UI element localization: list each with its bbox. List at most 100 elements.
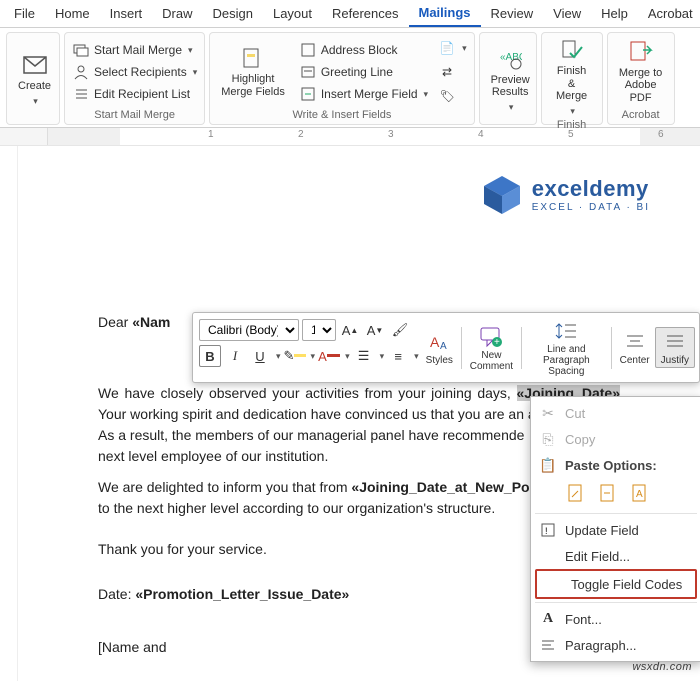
preview-results-button[interactable]: «ABC» Preview Results ▾ <box>485 45 536 115</box>
vertical-ruler[interactable] <box>0 146 18 681</box>
tab-mailings[interactable]: Mailings <box>409 0 481 27</box>
insert-field-icon <box>299 85 317 103</box>
tab-references[interactable]: References <box>322 1 408 26</box>
tab-bar: File Home Insert Draw Design Layout Refe… <box>0 0 700 28</box>
chevron-down-icon[interactable]: ▾ <box>311 351 316 362</box>
tab-view[interactable]: View <box>543 1 591 26</box>
justify-label: Justify <box>661 355 689 366</box>
chevron-down-icon: ▾ <box>193 67 198 78</box>
salutation-pre: Dear <box>98 314 132 330</box>
start-mail-merge-button[interactable]: Start Mail Merge ▾ <box>70 40 199 60</box>
tab-acrobat[interactable]: Acrobat <box>638 1 700 26</box>
font-family-select[interactable]: Calibri (Body) <box>199 319 299 341</box>
edit-recipient-list-button[interactable]: Edit Recipient List <box>70 84 199 104</box>
increase-font-button[interactable]: A▲ <box>339 319 361 341</box>
select-recipients-button[interactable]: Select Recipients ▾ <box>70 62 199 82</box>
menu-update-field[interactable]: ! Update Field <box>531 517 700 543</box>
preview-icon: «ABC» <box>498 47 522 71</box>
menu-toggle-field-codes[interactable]: Toggle Field Codes <box>537 571 695 597</box>
merge-field-new-position-date[interactable]: «Joining_Date_at_New_Posi <box>351 479 541 495</box>
text: [Name and <box>98 639 166 655</box>
match-fields-button[interactable]: ⇄ <box>436 62 469 82</box>
tab-home[interactable]: Home <box>45 1 100 26</box>
chevron-down-icon[interactable]: ▾ <box>276 351 281 362</box>
blank-icon <box>545 575 563 593</box>
new-comment-label: New Comment <box>470 350 513 372</box>
merge-field-issue-date[interactable]: «Promotion_Letter_Issue_Date» <box>135 586 349 602</box>
logo-name: exceldemy <box>532 176 650 202</box>
address-block-button[interactable]: Address Block <box>297 40 430 60</box>
tab-layout[interactable]: Layout <box>263 1 322 26</box>
spacing-icon <box>554 318 578 344</box>
context-menu: ✂ Cut ⎘ Copy 📋 Paste Options: A ! Update… <box>530 396 700 662</box>
format-painter-button[interactable]: 🖌 <box>389 319 411 341</box>
finish-merge-button[interactable]: Finish & Merge ▾ <box>547 36 597 118</box>
group-acrobat: Merge to Adobe PDF Acrobat <box>607 32 675 125</box>
rules-icon: 📄 <box>438 39 456 57</box>
group-start-mail-merge: Start Mail Merge ▾ Select Recipients ▾ E… <box>64 32 205 125</box>
highlight-merge-fields-button[interactable]: Highlight Merge Fields <box>215 44 291 100</box>
paste-keep-formatting[interactable] <box>565 482 587 504</box>
tab-design[interactable]: Design <box>203 1 263 26</box>
mini-toolbar: Calibri (Body) 12 A▲ A▼ 🖌 B I U ▾ ✎ ▾ A … <box>192 312 700 383</box>
underline-button[interactable]: U <box>249 345 271 367</box>
paste-text-only[interactable]: A <box>629 482 651 504</box>
match-icon: ⇄ <box>438 63 456 81</box>
text: We have closely observed your activities… <box>98 385 517 401</box>
merge-to-pdf-button[interactable]: Merge to Adobe PDF <box>613 38 669 107</box>
decrease-font-button[interactable]: A▼ <box>364 319 386 341</box>
tab-help[interactable]: Help <box>591 1 638 26</box>
horizontal-ruler[interactable]: 1 2 3 4 5 6 <box>0 128 700 146</box>
group-write-insert: Highlight Merge Fields Address Block Gre… <box>209 32 474 125</box>
tab-insert[interactable]: Insert <box>100 1 153 26</box>
chevron-down-icon[interactable]: ▾ <box>345 351 350 362</box>
merge-field-name[interactable]: «Nam <box>132 314 170 330</box>
bullets-button[interactable]: ☰ <box>353 345 375 367</box>
chevron-down-icon[interactable]: ▾ <box>380 351 385 362</box>
numbering-button[interactable]: ≡ <box>387 345 409 367</box>
bold-button[interactable]: B <box>199 345 221 367</box>
rules-button[interactable]: 📄▾ <box>436 38 469 58</box>
line-spacing-button[interactable]: Line and Paragraph Spacing <box>525 317 608 378</box>
numbering-icon: ≡ <box>394 349 402 364</box>
highlight-color-button[interactable]: ✎ <box>284 345 306 367</box>
justify-button[interactable]: Justify <box>655 327 695 368</box>
blank-icon <box>539 547 557 565</box>
menu-edit-field[interactable]: Edit Field... <box>531 543 700 569</box>
tab-review[interactable]: Review <box>481 1 544 26</box>
center-button[interactable]: Center <box>615 328 655 367</box>
paste-options-label: Paste Options: <box>565 458 657 473</box>
font-label: Font... <box>565 612 602 627</box>
greeting-line-label: Greeting Line <box>321 65 393 79</box>
greeting-line-button[interactable]: Greeting Line <box>297 62 430 82</box>
chevron-down-icon: ▾ <box>509 102 514 112</box>
highlighter-icon: ✎ <box>284 348 295 364</box>
menu-paragraph[interactable]: Paragraph... <box>531 632 700 658</box>
font-color-button[interactable]: A <box>318 345 340 367</box>
insert-merge-field-button[interactable]: Insert Merge Field ▾ <box>297 84 430 104</box>
italic-button[interactable]: I <box>224 345 246 367</box>
center-label: Center <box>620 355 650 366</box>
create-button[interactable]: Create ▾ <box>12 51 57 108</box>
edit-recipient-label: Edit Recipient List <box>94 87 190 101</box>
update-labels-button[interactable]: 🏷 <box>436 86 469 106</box>
align-center-icon <box>625 329 645 355</box>
paste-merge-formatting[interactable] <box>597 482 619 504</box>
tab-draw[interactable]: Draw <box>152 1 202 26</box>
menu-copy-label: Copy <box>565 432 595 447</box>
chevron-down-icon[interactable]: ▾ <box>414 351 419 362</box>
font-size-select[interactable]: 12 <box>302 319 336 341</box>
svg-text:«ABC»: «ABC» <box>500 52 522 63</box>
new-comment-button[interactable]: + New Comment <box>465 323 518 373</box>
group-label: Start Mail Merge <box>70 108 199 123</box>
tab-file[interactable]: File <box>4 1 45 26</box>
address-block-label: Address Block <box>321 43 398 57</box>
menu-font[interactable]: A Font... <box>531 606 700 632</box>
paintbrush-icon: 🖌 <box>392 322 409 338</box>
address-block-icon <box>299 41 317 59</box>
text: next level employee of our institution. <box>98 448 328 464</box>
labels-icon: 🏷 <box>438 87 456 105</box>
cut-icon: ✂ <box>539 404 557 422</box>
styles-button[interactable]: AA Styles <box>421 328 458 367</box>
envelope-icon <box>23 53 47 77</box>
